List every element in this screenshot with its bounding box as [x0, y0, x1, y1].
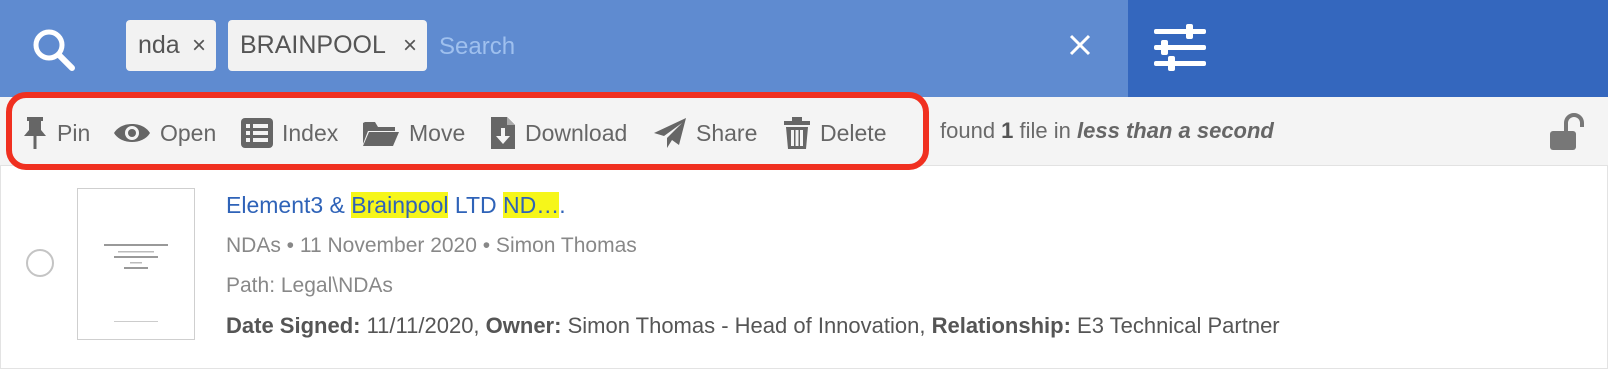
share-button[interactable]: Share	[653, 115, 757, 151]
select-result-radio[interactable]	[26, 249, 54, 277]
list-icon	[241, 118, 273, 148]
eye-icon	[114, 124, 150, 142]
property-key: Relationship:	[931, 313, 1071, 338]
property-key: Date Signed:	[226, 313, 361, 338]
title-highlight: Brainpool	[351, 192, 449, 218]
search-tag-label: BRAINPOOL	[240, 31, 386, 59]
search-tag-nda: nda ×	[126, 20, 216, 71]
result-meta: NDAs • 11 November 2020 • Simon Thomas	[226, 234, 637, 257]
title-text: .	[559, 192, 566, 218]
sliders-icon[interactable]	[1152, 24, 1208, 72]
delete-label: Delete	[820, 119, 887, 146]
download-label: Download	[525, 119, 628, 146]
result-title-link[interactable]: Element3 & Brainpool LTD ND….	[226, 192, 566, 219]
move-label: Move	[409, 119, 466, 146]
search-tag-label: nda	[138, 31, 180, 59]
search-tag-brainpool: BRAINPOOL ×	[228, 20, 427, 71]
status-duration: less than a second	[1077, 118, 1274, 143]
trash-icon	[784, 117, 810, 149]
close-icon[interactable]	[1065, 30, 1095, 60]
remove-tag-icon[interactable]: ×	[192, 20, 206, 71]
result-path: Path: Legal\NDAs	[226, 274, 393, 297]
result-properties: Date Signed: 11/11/2020, Owner: Simon Th…	[226, 313, 1280, 339]
remove-tag-icon[interactable]: ×	[403, 20, 417, 71]
pin-button[interactable]: Pin	[22, 115, 90, 151]
share-label: Share	[696, 119, 758, 146]
search-input[interactable]	[437, 26, 1041, 68]
status-middle: file in	[1013, 118, 1078, 143]
title-text: Element3 &	[226, 192, 352, 218]
delete-button[interactable]: Delete	[783, 115, 886, 151]
document-thumbnail[interactable]	[77, 188, 195, 340]
result-count-status: found 1 file in less than a second	[940, 118, 1274, 144]
index-button[interactable]: Index	[241, 115, 338, 151]
unlocked-padlock-icon[interactable]	[1548, 112, 1586, 152]
status-count: 1	[1001, 118, 1014, 143]
pin-icon	[24, 117, 46, 149]
download-file-icon	[491, 117, 515, 149]
property-value: Simon Thomas - Head of Innovation,	[561, 313, 932, 338]
open-label: Open	[160, 119, 217, 146]
search-icon[interactable]	[28, 24, 80, 76]
status-prefix: found	[940, 118, 1002, 143]
download-button[interactable]: Download	[490, 115, 627, 151]
property-value: E3 Technical Partner	[1070, 313, 1280, 338]
document-preview-image	[104, 244, 168, 322]
pin-label: Pin	[57, 119, 91, 146]
property-key: Owner:	[485, 313, 562, 338]
open-button[interactable]: Open	[113, 115, 216, 151]
title-text: LTD	[448, 192, 504, 218]
title-highlight: ND…	[503, 192, 560, 218]
property-value: 11/11/2020,	[360, 313, 486, 338]
paper-plane-icon	[654, 118, 686, 148]
folder-open-icon	[363, 122, 399, 146]
index-label: Index	[282, 119, 339, 146]
move-button[interactable]: Move	[362, 115, 465, 151]
